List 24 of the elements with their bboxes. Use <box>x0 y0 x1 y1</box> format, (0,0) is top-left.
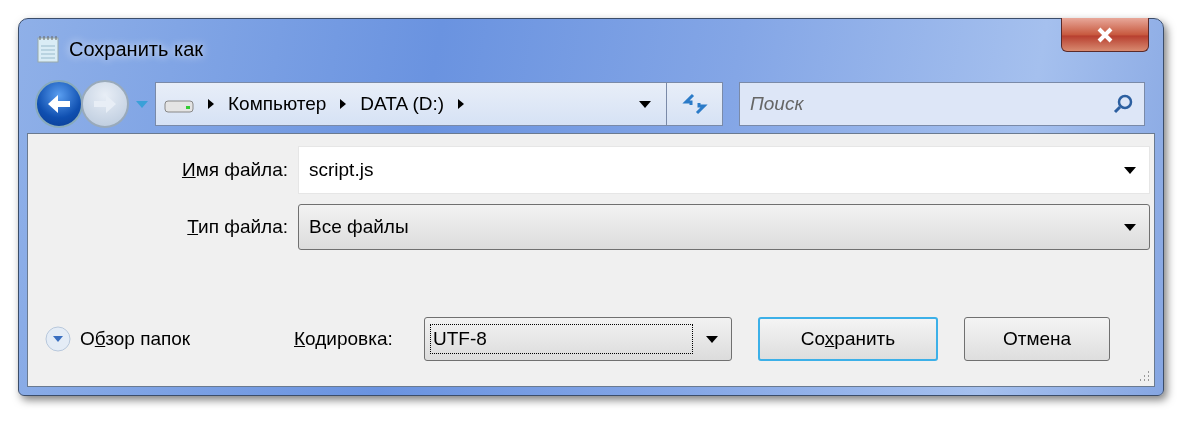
expand-icon[interactable] <box>44 325 72 353</box>
encoding-label: Кодировка: <box>294 328 394 350</box>
window-title: Сохранить как <box>69 37 203 61</box>
cancel-button[interactable]: Отмена <box>964 317 1110 361</box>
encoding-dropdown[interactable]: UTF-8 <box>424 317 732 361</box>
browse-folders-link[interactable]: Обзор папок <box>80 328 191 350</box>
dropdown-arrow-icon <box>705 334 719 344</box>
dropdown-arrow-icon[interactable] <box>638 99 652 109</box>
refresh-icon <box>681 92 708 116</box>
address-bar[interactable]: Компьютер DATA (D:) <box>155 82 667 126</box>
field-label: Тип файла: <box>186 216 289 238</box>
field-label: Имя файла: <box>180 159 289 181</box>
file-type-dropdown[interactable]: Все файлы <box>298 204 1150 250</box>
back-button[interactable] <box>35 80 83 128</box>
close-icon <box>1095 26 1115 43</box>
dropdown-arrow-icon <box>1123 222 1137 232</box>
refresh-button[interactable] <box>667 82 723 126</box>
save-button[interactable]: Сохранить <box>758 317 938 361</box>
close-button[interactable] <box>1061 18 1149 52</box>
breadcrumb[interactable]: Компьютер <box>228 93 327 115</box>
notepad-icon <box>37 35 59 63</box>
chevron-icon[interactable] <box>206 97 216 111</box>
breadcrumb[interactable]: DATA (D:) <box>360 93 445 115</box>
back-arrow-icon <box>46 93 72 115</box>
